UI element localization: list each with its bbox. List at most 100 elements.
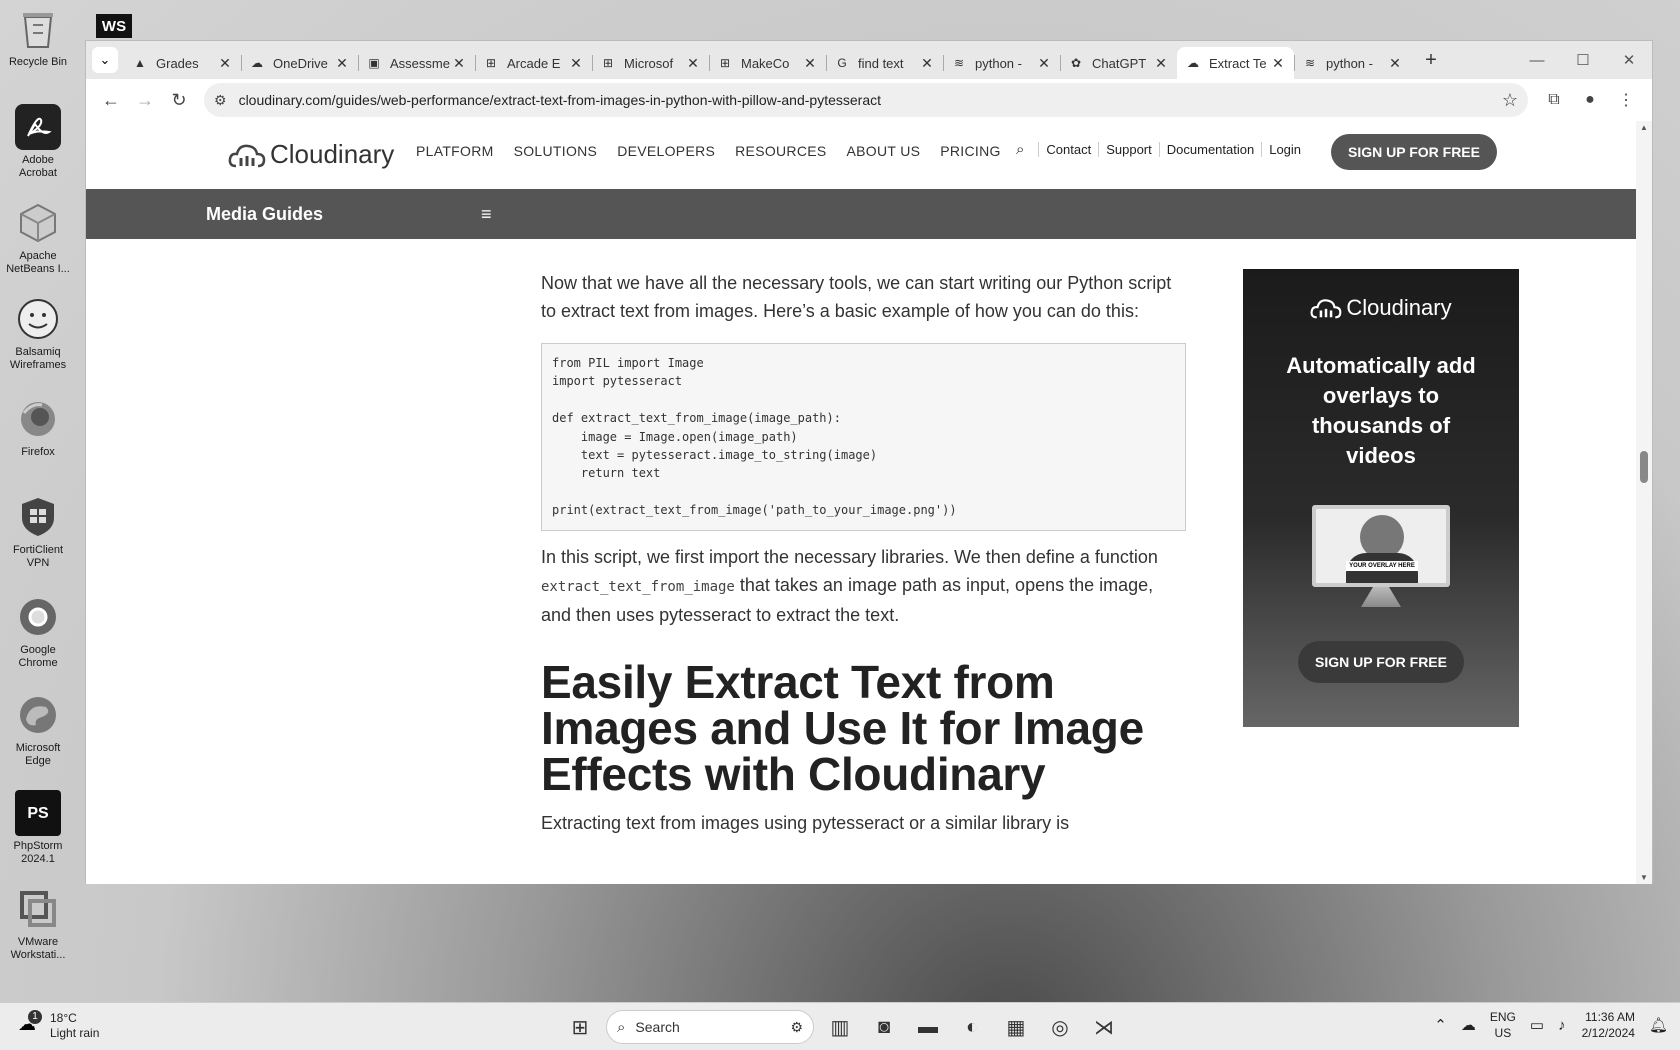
nav-solutions[interactable]: SOLUTIONS (514, 143, 598, 159)
back-button[interactable]: ← (94, 83, 128, 117)
close-icon[interactable]: ✕ (568, 55, 584, 72)
tab-microsoft[interactable]: ⊞ Microsof ✕ (592, 47, 709, 79)
url-text[interactable]: cloudinary.com/guides/web-performance/ex… (239, 92, 1502, 108)
desktop-icon-phpstorm[interactable]: PS PhpStorm 2024.1 (4, 790, 72, 866)
makecode-icon: ⊞ (719, 56, 731, 70)
support-link[interactable]: Support (1098, 142, 1159, 157)
vscode-taskbar-button[interactable]: ⋊ (1086, 1009, 1122, 1045)
notification-bell-icon[interactable]: 🔔︎ (1649, 1016, 1668, 1034)
nav-resources[interactable]: RESOURCES (735, 143, 826, 159)
forward-button[interactable]: → (128, 83, 162, 117)
task-view-button[interactable]: ▥ (822, 1009, 858, 1045)
scroll-down-icon[interactable]: ▼ (1636, 873, 1652, 882)
close-icon[interactable]: ✕ (685, 55, 701, 72)
signup-button[interactable]: SIGN UP FOR FREE (1331, 134, 1497, 170)
nav-pricing[interactable]: PRICING (940, 143, 1000, 159)
tab-search-button[interactable]: ⌄ (92, 47, 118, 73)
media-guides-bar: Media Guides ≡ (86, 189, 1638, 239)
desktop-icon-firefox[interactable]: Firefox (4, 396, 72, 459)
contact-link[interactable]: Contact (1038, 142, 1098, 157)
nav-about-us[interactable]: ABOUT US (847, 143, 921, 159)
tab-arcade[interactable]: ⊞ Arcade E ✕ (475, 47, 592, 79)
store-button[interactable]: ▦ (998, 1009, 1034, 1045)
weather-widget[interactable]: ☁ 1 18°C Light rain (18, 1010, 99, 1041)
chevron-up-icon[interactable]: ⌃ (1434, 1016, 1447, 1034)
taskbar-search[interactable]: ⌕ Search ⚙ (606, 1010, 814, 1044)
close-icon[interactable]: ✕ (217, 55, 233, 72)
excel-icon: ▣ (368, 56, 380, 70)
close-icon[interactable]: ✕ (1270, 55, 1286, 72)
tab-python-1[interactable]: ≋ python - ✕ (943, 47, 1060, 79)
tab-find-text[interactable]: Gfind text ✕ (826, 47, 943, 79)
close-icon[interactable]: ✕ (451, 55, 467, 72)
ad-signup-button[interactable]: SIGN UP FOR FREE (1298, 641, 1464, 683)
balsamiq-icon (15, 296, 61, 342)
taskbar: ☁ 1 18°C Light rain ⊞ ⌕ Search ⚙ ▥ ◙ ▬ ◐ … (0, 1002, 1680, 1050)
profile-icon[interactable]: ● (1572, 91, 1608, 109)
close-icon[interactable]: ✕ (802, 55, 818, 72)
close-icon[interactable]: ✕ (1153, 55, 1169, 72)
chrome-taskbar-button[interactable]: ◎ (1042, 1009, 1078, 1045)
close-icon[interactable]: ✕ (919, 55, 935, 72)
bookmark-star-icon[interactable]: ☆ (1502, 90, 1518, 111)
sidebar-ad[interactable]: Cloudinary Automatically add overlays to… (1243, 269, 1519, 727)
reload-button[interactable]: ↻ (162, 83, 196, 117)
tab-extract-text[interactable]: ☁ Extract Te ✕ (1177, 47, 1294, 79)
desktop-icon-adobe-acrobat[interactable]: Adobe Acrobat (4, 104, 72, 180)
cloudinary-logo[interactable]: Cloudinary (228, 139, 394, 170)
minimize-button[interactable]: — (1514, 41, 1560, 79)
page-scrollbar[interactable]: ▲ ▼ (1636, 121, 1652, 884)
tab-python-2[interactable]: ≋ python - ✕ (1294, 47, 1411, 79)
desktop-icon-recycle-bin[interactable]: Recycle Bin (4, 6, 72, 69)
desktop-icon-vmware[interactable]: VMware Workstati... (4, 886, 72, 962)
nav-platform[interactable]: PLATFORM (416, 143, 494, 159)
maximize-button[interactable]: ☐ (1560, 41, 1606, 79)
documentation-link[interactable]: Documentation (1158, 142, 1261, 157)
tab-grades[interactable]: ▲ Grades ✕ (124, 47, 241, 79)
nav-developers[interactable]: DEVELOPERS (617, 143, 715, 159)
onedrive-tray-icon[interactable]: ☁ (1461, 1016, 1476, 1034)
scrollbar-thumb[interactable] (1640, 451, 1648, 483)
volume-icon[interactable]: ♪ (1558, 1017, 1566, 1034)
page-viewport: Cloudinary PLATFORM SOLUTIONS DEVELOPERS… (86, 121, 1638, 884)
scroll-up-icon[interactable]: ▲ (1636, 123, 1652, 132)
folder-icon: ▬ (918, 1015, 938, 1038)
tab-onedrive[interactable]: ☁ OneDrive ✕ (241, 47, 358, 79)
desktop-icon-forticlient[interactable]: FortiClient VPN (4, 494, 72, 570)
login-link[interactable]: Login (1261, 142, 1308, 157)
start-button[interactable]: ⊞ (562, 1009, 598, 1045)
close-icon[interactable]: ✕ (1036, 55, 1052, 72)
new-tab-button[interactable]: + (1417, 49, 1445, 72)
extensions-icon[interactable]: ⧉ (1536, 91, 1572, 109)
edge-taskbar-button[interactable]: ◐ (954, 1009, 990, 1045)
desktop-icon-balsamiq[interactable]: Balsamiq Wireframes (4, 296, 72, 372)
language-indicator[interactable]: ENG US (1490, 1009, 1516, 1041)
desktop-icon-edge[interactable]: Microsoft Edge (4, 692, 72, 768)
address-bar[interactable]: ⚙ cloudinary.com/guides/web-performance/… (204, 83, 1528, 117)
site-info-icon[interactable]: ⚙ (214, 92, 227, 109)
search-icon[interactable]: ⌕ (1016, 141, 1024, 158)
more-menu-icon[interactable]: ⋮ (1608, 90, 1644, 110)
article-content: Now that we have all the necessary tools… (541, 269, 1186, 837)
media-guides-title[interactable]: Media Guides (206, 204, 323, 225)
tab-chatgpt[interactable]: ✿ ChatGPT ✕ (1060, 47, 1177, 79)
desktop-icon-chrome[interactable]: Google Chrome (4, 594, 72, 670)
close-window-button[interactable]: ✕ (1606, 41, 1652, 79)
hamburger-menu-icon[interactable]: ≡ (481, 204, 492, 225)
close-icon[interactable]: ✕ (1387, 55, 1403, 72)
tab-assessment[interactable]: ▣ Assessme ✕ (358, 47, 475, 79)
tab-makecode[interactable]: ⊞ MakeCo ✕ (709, 47, 826, 79)
ws-badge[interactable]: WS (96, 14, 132, 38)
file-explorer-button[interactable]: ▬ (910, 1009, 946, 1045)
section-heading: Easily Extract Text from Images and Use … (541, 655, 1144, 800)
cloudinary-logo-icon (228, 144, 266, 167)
chrome-icon (15, 594, 61, 640)
reload-icon: ↻ (171, 89, 187, 110)
acrobat-icon (15, 104, 61, 150)
desktop-icon-netbeans[interactable]: Apache NetBeans I... (4, 200, 72, 276)
close-icon[interactable]: ✕ (334, 55, 350, 72)
network-icon[interactable]: ▭ (1530, 1016, 1544, 1034)
chat-button[interactable]: ◙ (866, 1009, 902, 1045)
arcade-icon: ⊞ (485, 56, 497, 70)
clock[interactable]: 11:36 AM 2/12/2024 (1582, 1009, 1635, 1041)
